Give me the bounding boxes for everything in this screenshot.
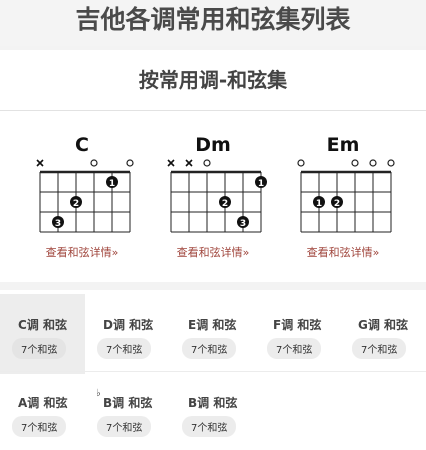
fretboard-c: 1 2 3 — [36, 159, 134, 233]
svg-text:1: 1 — [109, 179, 115, 189]
chord-diagram-dm[interactable]: Dm 1 2 3 查看和弦详情» — [151, 134, 275, 264]
chord-count-badge: 7个和弦 — [352, 338, 407, 359]
key-tab-c[interactable]: C调 和弦 7个和弦 — [0, 294, 85, 374]
chord-name: Em — [326, 134, 360, 156]
key-tab-label: E调 和弦 — [188, 318, 237, 332]
key-tab-b-flat[interactable]: ♭ B调 和弦 7个和弦 — [85, 372, 170, 450]
key-tab-a[interactable]: A调 和弦 7个和弦 — [0, 372, 85, 450]
fretboard-dm: 1 2 3 — [167, 159, 267, 233]
fretboard-em: 1 2 — [297, 159, 395, 233]
key-tab-e[interactable]: E调 和弦 7个和弦 — [170, 294, 255, 374]
chord-count-badge: 7个和弦 — [267, 338, 322, 359]
key-tab-b[interactable]: B调 和弦 7个和弦 — [170, 372, 255, 450]
key-tab-label: C调 和弦 — [18, 318, 67, 332]
chord-count-badge: 7个和弦 — [12, 416, 67, 437]
chord-count-badge: 7个和弦 — [182, 416, 237, 437]
chord-name: C — [75, 134, 89, 156]
chord-count-badge: 7个和弦 — [97, 416, 152, 437]
chord-count-badge: 7个和弦 — [12, 338, 67, 359]
flat-sign: ♭ — [96, 388, 101, 399]
key-tab-label: G调 和弦 — [358, 318, 409, 332]
svg-text:1: 1 — [258, 179, 264, 189]
svg-text:2: 2 — [73, 199, 79, 209]
key-tab-g[interactable]: G调 和弦 7个和弦 — [340, 294, 425, 374]
key-tab-label: ♭ B调 和弦 — [96, 388, 153, 410]
section-title: 按常用调-和弦集 — [138, 68, 288, 92]
page-title: 吉他各调常用和弦集列表 — [0, 0, 426, 46]
key-tab-label: D调 和弦 — [103, 318, 154, 332]
chord-detail-link[interactable]: 查看和弦详情» — [151, 244, 275, 260]
key-tab-d[interactable]: D调 和弦 7个和弦 — [85, 294, 170, 374]
key-tab-f[interactable]: F调 和弦 7个和弦 — [255, 294, 340, 374]
svg-text:3: 3 — [240, 219, 246, 229]
chord-detail-link[interactable]: 查看和弦详情» — [281, 244, 405, 260]
chord-name: Dm — [195, 134, 231, 156]
key-tab-label: B调 和弦 — [188, 396, 238, 410]
key-tab-label: F调 和弦 — [273, 318, 322, 332]
divider — [0, 110, 426, 111]
chord-count-badge: 7个和弦 — [97, 338, 152, 359]
svg-text:2: 2 — [334, 199, 340, 209]
svg-text:2: 2 — [222, 199, 228, 209]
chord-count-badge: 7个和弦 — [182, 338, 237, 359]
chord-diagram-c[interactable]: C 1 2 3 查看和弦详情» — [20, 134, 144, 264]
chord-diagram-em[interactable]: Em 1 2 查看和弦详情» — [281, 134, 405, 264]
key-tab-label: A调 和弦 — [18, 396, 68, 410]
svg-text:1: 1 — [316, 199, 322, 209]
chord-detail-link[interactable]: 查看和弦详情» — [20, 244, 144, 260]
svg-text:3: 3 — [55, 219, 61, 229]
